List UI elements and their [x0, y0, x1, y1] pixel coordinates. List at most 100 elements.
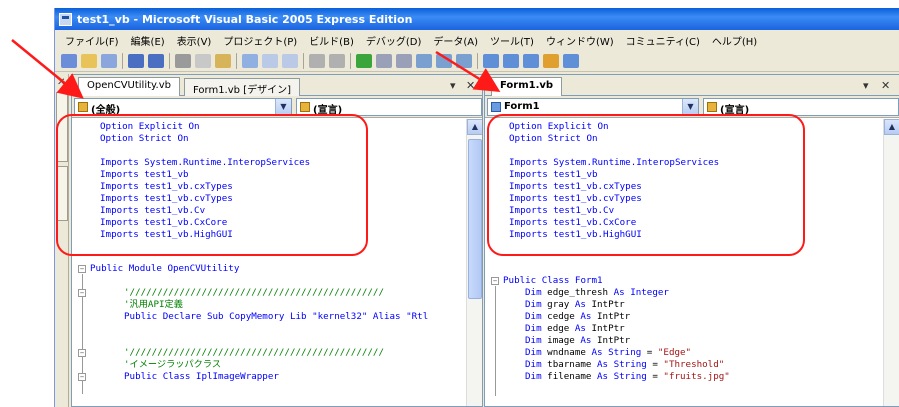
scroll-up-icon[interactable]: ▲ [884, 119, 899, 135]
stop-icon[interactable] [396, 53, 412, 68]
start-page-icon[interactable] [563, 53, 579, 68]
chevron-down-icon[interactable]: ▼ [682, 99, 698, 115]
method-name-combo[interactable]: (宣言) [296, 98, 482, 116]
class-name-combo[interactable]: (全般) ▼ [74, 98, 292, 116]
cut-icon[interactable] [175, 53, 191, 68]
tab-form1-design[interactable]: Form1.vb [デザイン] [184, 78, 300, 96]
close-icon[interactable]: ✕ [881, 79, 890, 92]
tab-dropdown-icon[interactable]: ▾ [863, 79, 869, 92]
toolbox-icon[interactable] [543, 53, 559, 68]
properties-icon[interactable] [503, 53, 519, 68]
menu-debug[interactable]: デバッグ(D) [360, 33, 428, 48]
left-code-editor[interactable]: Option Explicit On Option Strict On Impo… [72, 119, 466, 406]
code-line: Imports test1_vb.CxCore [100, 217, 228, 228]
new-project-icon[interactable] [61, 53, 77, 68]
save-all-icon[interactable] [148, 53, 164, 68]
dim-line: Dim gray As IntPtr [525, 299, 625, 310]
menu-bar: ファイル(F) 編集(E) 表示(V) プロジェクト(P) ビルド(B) デバッ… [55, 30, 899, 50]
menu-help[interactable]: ヘルプ(H) [706, 33, 763, 48]
find-icon[interactable] [242, 53, 258, 68]
right-combos: Form1 ▼ (宣言) [485, 96, 899, 118]
menu-edit[interactable]: 編集(E) [125, 33, 171, 48]
close-icon[interactable]: ✕ [466, 79, 475, 92]
datasource-tab[interactable] [56, 166, 68, 221]
combo-right-value: (宣言) [313, 105, 343, 116]
dim-line: Dim filename As String = "fruits.jpg" [525, 371, 730, 382]
menu-project[interactable]: プロジェクト(P) [217, 33, 303, 48]
menu-data[interactable]: データ(A) [427, 33, 484, 48]
step-into-icon[interactable] [416, 53, 432, 68]
menu-tools[interactable]: ツール(T) [484, 33, 540, 48]
redo-icon[interactable] [329, 53, 345, 68]
toolbar-separator [236, 52, 237, 69]
code-line: Public Module OpenCVUtility [90, 263, 240, 274]
window-title: test1_vb - Microsoft Visual Basic 2005 E… [77, 12, 413, 26]
close-icon[interactable]: ✕ [57, 77, 65, 88]
toolbar-separator [303, 52, 304, 69]
chevron-down-icon[interactable]: ▼ [275, 99, 291, 115]
code-line: Imports test1_vb.HighGUI [100, 229, 233, 240]
paste-icon[interactable] [215, 53, 231, 68]
code-line: Imports test1_vb.Cv [100, 205, 206, 216]
scroll-thumb[interactable] [468, 139, 482, 299]
fold-toggle[interactable]: − [78, 265, 86, 273]
tab-form1[interactable]: Form1.vb [491, 77, 563, 96]
toolbar [55, 50, 899, 72]
menu-window[interactable]: ウィンドウ(W) [540, 33, 620, 48]
tab-dropdown-icon[interactable]: ▾ [450, 79, 456, 92]
copy-icon[interactable] [195, 53, 211, 68]
dim-line: Dim cedge As IntPtr [525, 311, 631, 322]
fold-toggle[interactable]: − [78, 289, 86, 297]
right-scrollbar[interactable]: ▲ [883, 119, 899, 406]
left-scrollbar[interactable]: ▲ [466, 119, 482, 406]
code-line: Imports test1_vb.HighGUI [509, 229, 642, 240]
undo-icon[interactable] [309, 53, 325, 68]
toolbar-separator [122, 52, 123, 69]
toolbox-autohide-strip: ✕ [55, 74, 69, 407]
code-line: Public Declare Sub CopyMemory Lib "kerne… [124, 311, 429, 322]
combo-right-value: (宣言) [720, 105, 750, 116]
right-tabstrip: Form1.vb ▾ ✕ [485, 75, 899, 96]
code-line: Option Explicit On [509, 121, 609, 132]
step-out-icon[interactable] [456, 53, 472, 68]
comment-line: '汎用API定義 [124, 299, 183, 310]
add-item-icon[interactable] [101, 53, 117, 68]
menu-file[interactable]: ファイル(F) [59, 33, 125, 48]
fold-toggle[interactable]: − [78, 373, 86, 381]
class-name-combo[interactable]: Form1 ▼ [487, 98, 699, 116]
left-tabstrip: OpenCVUtility.vb Form1.vb [デザイン] ▾ ✕ [72, 75, 482, 96]
left-combos: (全般) ▼ (宣言) [72, 96, 482, 118]
menu-community[interactable]: コミュニティ(C) [620, 33, 706, 48]
fold-toggle[interactable]: − [78, 349, 86, 357]
declarations-icon [707, 102, 717, 112]
tab-opencvutility[interactable]: OpenCVUtility.vb [78, 77, 180, 96]
solution-explorer-icon[interactable] [483, 53, 499, 68]
code-line: Public Class IplImageWrapper [124, 371, 279, 382]
code-line: Imports test1_vb.cvTypes [100, 193, 233, 204]
scroll-up-icon[interactable]: ▲ [467, 119, 482, 135]
start-debug-icon[interactable] [356, 53, 372, 68]
dim-line: Dim edge_thresh As Integer [525, 287, 669, 298]
right-editor-pane: Form1.vb ▾ ✕ Form1 ▼ (宣言) Option Explici… [484, 74, 899, 407]
toolbox-tab[interactable] [56, 92, 68, 162]
dim-line: Dim image As IntPtr [525, 335, 631, 346]
dim-line: Dim wndname As String = "Edge" [525, 347, 692, 358]
uncomment-icon[interactable] [282, 53, 298, 68]
pause-icon[interactable] [376, 53, 392, 68]
comment-icon[interactable] [262, 53, 278, 68]
code-line: Imports System.Runtime.InteropServices [100, 157, 311, 168]
fold-toggle[interactable]: − [491, 277, 499, 285]
method-name-combo[interactable]: (宣言) [703, 98, 899, 116]
menu-build[interactable]: ビルド(B) [303, 33, 360, 48]
menu-view[interactable]: 表示(V) [171, 33, 218, 48]
left-editor-pane: OpenCVUtility.vb Form1.vb [デザイン] ▾ ✕ (全般… [71, 74, 483, 407]
right-code-editor[interactable]: Option Explicit On Option Strict On Impo… [485, 119, 883, 406]
comment-line: 'イメージラッパクラス [124, 359, 222, 370]
general-icon [78, 102, 88, 112]
step-over-icon[interactable] [436, 53, 452, 68]
toolbar-separator [477, 52, 478, 69]
save-icon[interactable] [128, 53, 144, 68]
code-line: Imports test1_vb.cxTypes [100, 181, 233, 192]
open-file-icon[interactable] [81, 53, 97, 68]
object-browser-icon[interactable] [523, 53, 539, 68]
